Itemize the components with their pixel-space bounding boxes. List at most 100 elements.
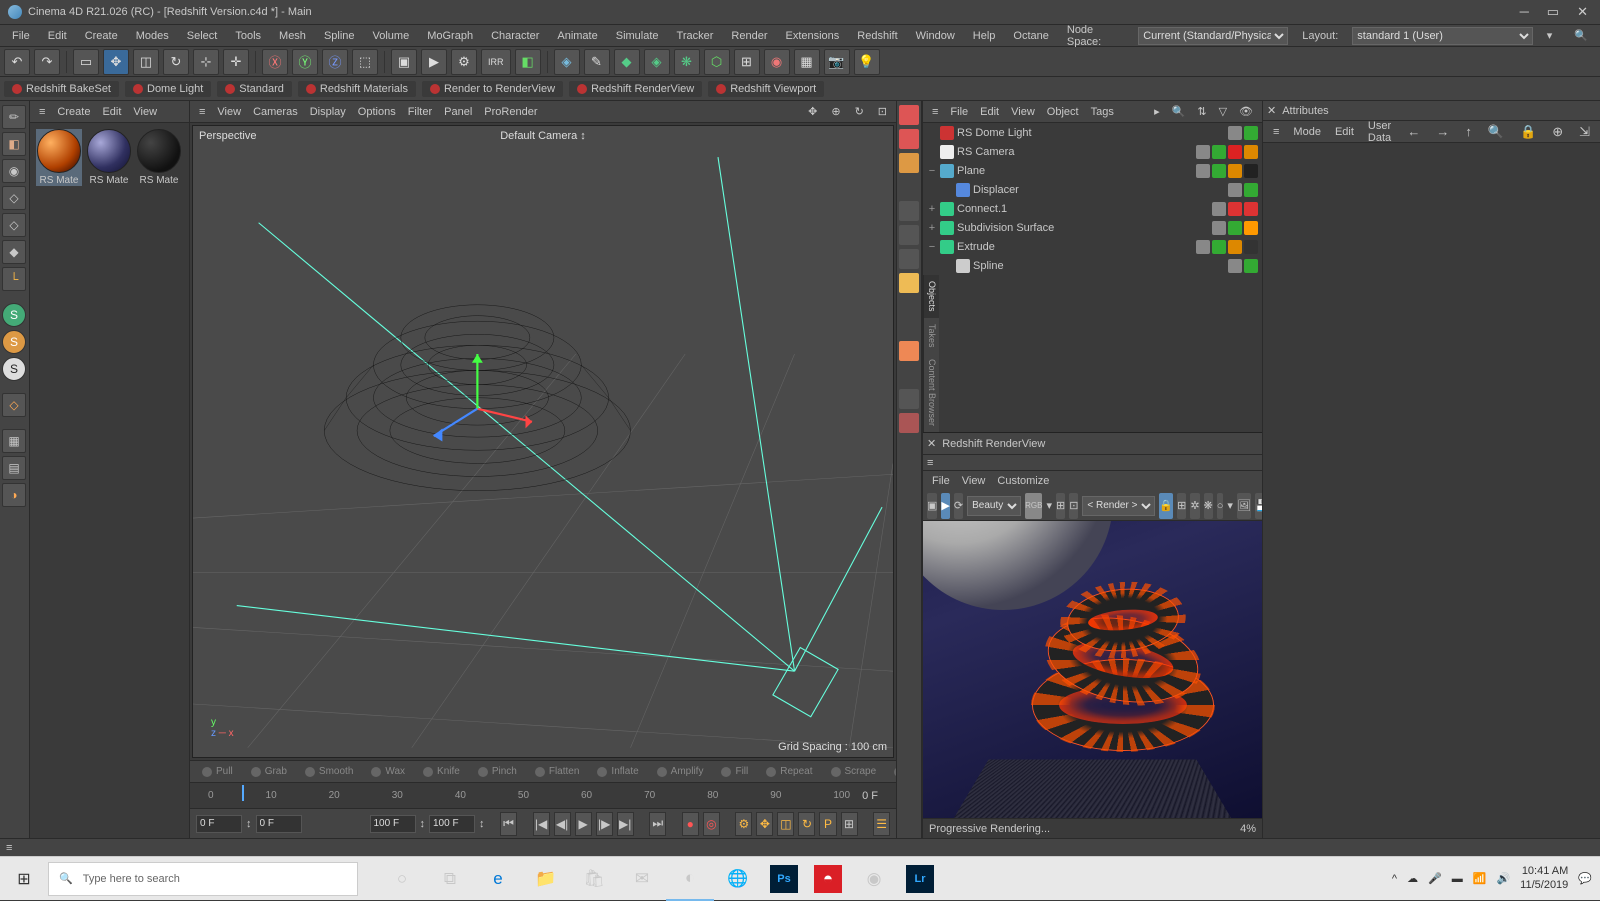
goto-start-button[interactable]: ⏮ [500,812,517,836]
sculpt-repeat[interactable]: Repeat [758,764,820,779]
camera-tool[interactable]: 📷 [824,49,850,75]
redo-button[interactable]: ↷ [34,49,60,75]
sculpt-scrape[interactable]: Scrape [823,764,885,779]
scale-tool[interactable]: ◫ [133,49,159,75]
object-row[interactable]: −Extrude [923,237,1262,256]
prev-key-button[interactable]: |◀ [533,812,550,836]
workplane-icon[interactable]: ◇ [2,393,26,417]
object-row[interactable]: Displacer [923,180,1262,199]
viewsolo2-icon[interactable]: ▤ [2,456,26,480]
om-menu-object[interactable]: Object [1042,104,1084,120]
vp-menu-prorender[interactable]: ProRender [479,104,542,120]
tab-standard[interactable]: Standard [217,81,292,97]
mat-menu-edit[interactable]: Edit [97,104,126,120]
model-mode-icon[interactable]: ◧ [2,132,26,156]
tab-materials[interactable]: Redshift Materials [298,81,416,97]
sculpt-knife[interactable]: Knife [415,764,468,779]
render-button[interactable]: ▶ [421,49,447,75]
y-axis-toggle[interactable]: Ⓨ [292,49,318,75]
sculpt-amplify[interactable]: Amplify [649,764,712,779]
burger-icon[interactable]: ≡ [34,104,50,120]
maximize-icon[interactable]: ▭ [1547,4,1559,20]
effector-tool[interactable]: ⊞ [734,49,760,75]
layout-search-icon[interactable]: 🔍 [1566,26,1596,45]
statusbar-burger-icon[interactable]: ≡ [6,842,12,854]
viewport[interactable]: Perspective Default Camera ↕ Grid Spacin… [192,125,894,758]
ri-10[interactable] [899,413,919,433]
vtab-objects[interactable]: Objects [924,275,939,318]
frame-cur-input[interactable] [429,815,475,833]
irr-button[interactable]: IRR [481,49,511,75]
menu-volume[interactable]: Volume [365,27,418,45]
ri-5[interactable] [899,225,919,245]
attr-new-icon[interactable]: ⊕ [1546,122,1569,142]
menu-file[interactable]: File [4,27,38,45]
rv-canvas[interactable]: Frame 0: 2019-11-05 10:41:34 (14.04s) [923,521,1262,818]
ri-7[interactable] [899,273,919,293]
attr-up-icon[interactable]: ↑ [1459,122,1478,142]
taskbar-search[interactable]: 🔍 Type here to search [48,862,358,896]
deformer-tool[interactable]: ❋ [674,49,700,75]
object-row[interactable]: +Subdivision Surface [923,218,1262,237]
material-item[interactable]: RS Mate [36,129,82,186]
vp-menu-filter[interactable]: Filter [403,104,437,120]
ri-2[interactable] [899,129,919,149]
om-filter-icon[interactable]: ▽ [1214,103,1232,120]
next-frame-button[interactable]: |▶ [596,812,613,836]
primitive-cube[interactable]: ◈ [554,49,580,75]
object-row[interactable]: RS Camera [923,142,1262,161]
rv-snap3-icon[interactable]: ❋ [1204,493,1213,519]
layout-expand-icon[interactable]: ▾ [1539,26,1561,45]
rv-ipr-button[interactable]: ▣ [927,493,937,519]
om-menu-edit[interactable]: Edit [975,104,1004,120]
snap-s2-icon[interactable]: S [2,330,26,354]
rv-image-icon[interactable]: 🖼 [1237,493,1251,519]
store-icon[interactable]: 🛍 [570,857,618,901]
timeline-playhead[interactable] [242,785,244,801]
timeline-window-button[interactable]: ☰ [873,812,890,836]
menu-modes[interactable]: Modes [128,27,177,45]
menu-tracker[interactable]: Tracker [669,27,722,45]
layout-select[interactable]: standard 1 (User) [1352,27,1532,45]
mail-icon[interactable]: ✉ [618,857,666,901]
menu-mograph[interactable]: MoGraph [419,27,481,45]
menu-render[interactable]: Render [723,27,775,45]
rv-refresh-button[interactable]: ⟳ [954,493,963,519]
photoshop-icon[interactable]: Ps [770,865,798,893]
sculpt-smooth[interactable]: Smooth [297,764,361,779]
menu-help[interactable]: Help [965,27,1004,45]
rv-menu-customize[interactable]: Customize [992,473,1054,489]
material-item[interactable]: RS Mate [136,129,182,186]
rv-crop-icon[interactable]: ⊡ [1069,493,1078,519]
tray-expand-icon[interactable]: ^ [1392,873,1397,885]
tray-onedrive-icon[interactable]: ☁ [1407,872,1418,885]
goto-end-button[interactable]: ⏭ [649,812,666,836]
tray-mic-icon[interactable]: 🎤 [1428,872,1442,885]
menu-simulate[interactable]: Simulate [608,27,667,45]
texture-mode-icon[interactable]: ◉ [2,159,26,183]
tray-notifications-icon[interactable]: 💬 [1578,872,1592,885]
object-row[interactable]: −Plane [923,161,1262,180]
edge-mode-icon[interactable]: ◇ [2,213,26,237]
field-tool[interactable]: ◉ [764,49,790,75]
object-row[interactable]: RS Dome Light [923,123,1262,142]
ri-1[interactable] [899,105,919,125]
cube-primitive[interactable]: ◧ [515,49,541,75]
vp-nav1-icon[interactable]: ✥ [803,103,822,120]
rv-grid-icon[interactable]: ⊞ [1056,493,1065,519]
spline-pen[interactable]: ✎ [584,49,610,75]
attr-fwd-icon[interactable]: → [1430,122,1455,142]
rv-close-icon[interactable]: ✕ [927,437,936,450]
select-tool[interactable]: ▭ [73,49,99,75]
resolve-icon[interactable]: ◉ [850,857,898,901]
attr-menu-mode[interactable]: Mode [1287,124,1327,140]
point-mode-icon[interactable]: ◇ [2,186,26,210]
rv-aov-select[interactable]: Beauty [967,496,1021,516]
prev-frame-button[interactable]: ◀| [554,812,571,836]
tray-battery-icon[interactable]: ▬ [1452,873,1463,885]
material-item[interactable]: RS Mate [86,129,132,186]
light-tool[interactable]: 💡 [854,49,880,75]
menu-select[interactable]: Select [179,27,226,45]
mat-menu-create[interactable]: Create [52,104,95,120]
frame-prev-input[interactable] [256,815,302,833]
